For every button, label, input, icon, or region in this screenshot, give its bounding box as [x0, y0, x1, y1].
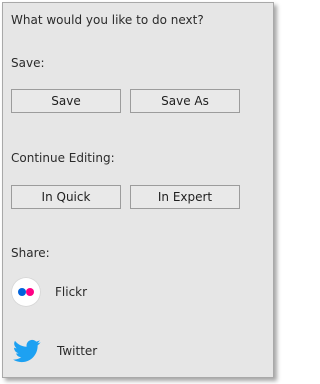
- save-as-button[interactable]: Save As: [130, 89, 240, 113]
- share-flickr-item[interactable]: Flickr: [11, 277, 87, 307]
- share-section-label: Share:: [11, 246, 50, 260]
- next-action-panel: What would you like to do next? Save: Sa…: [2, 2, 274, 378]
- save-section-label: Save:: [11, 56, 45, 70]
- in-expert-button[interactable]: In Expert: [130, 185, 240, 209]
- save-button[interactable]: Save: [11, 89, 121, 113]
- in-quick-button[interactable]: In Quick: [11, 185, 121, 209]
- share-twitter-label: Twitter: [57, 344, 98, 358]
- continue-editing-section-label: Continue Editing:: [11, 151, 115, 165]
- panel-prompt: What would you like to do next?: [11, 13, 204, 27]
- share-flickr-label: Flickr: [55, 285, 88, 299]
- share-twitter-item[interactable]: Twitter: [11, 337, 97, 365]
- twitter-icon: [12, 339, 41, 363]
- flickr-icon: [11, 277, 41, 307]
